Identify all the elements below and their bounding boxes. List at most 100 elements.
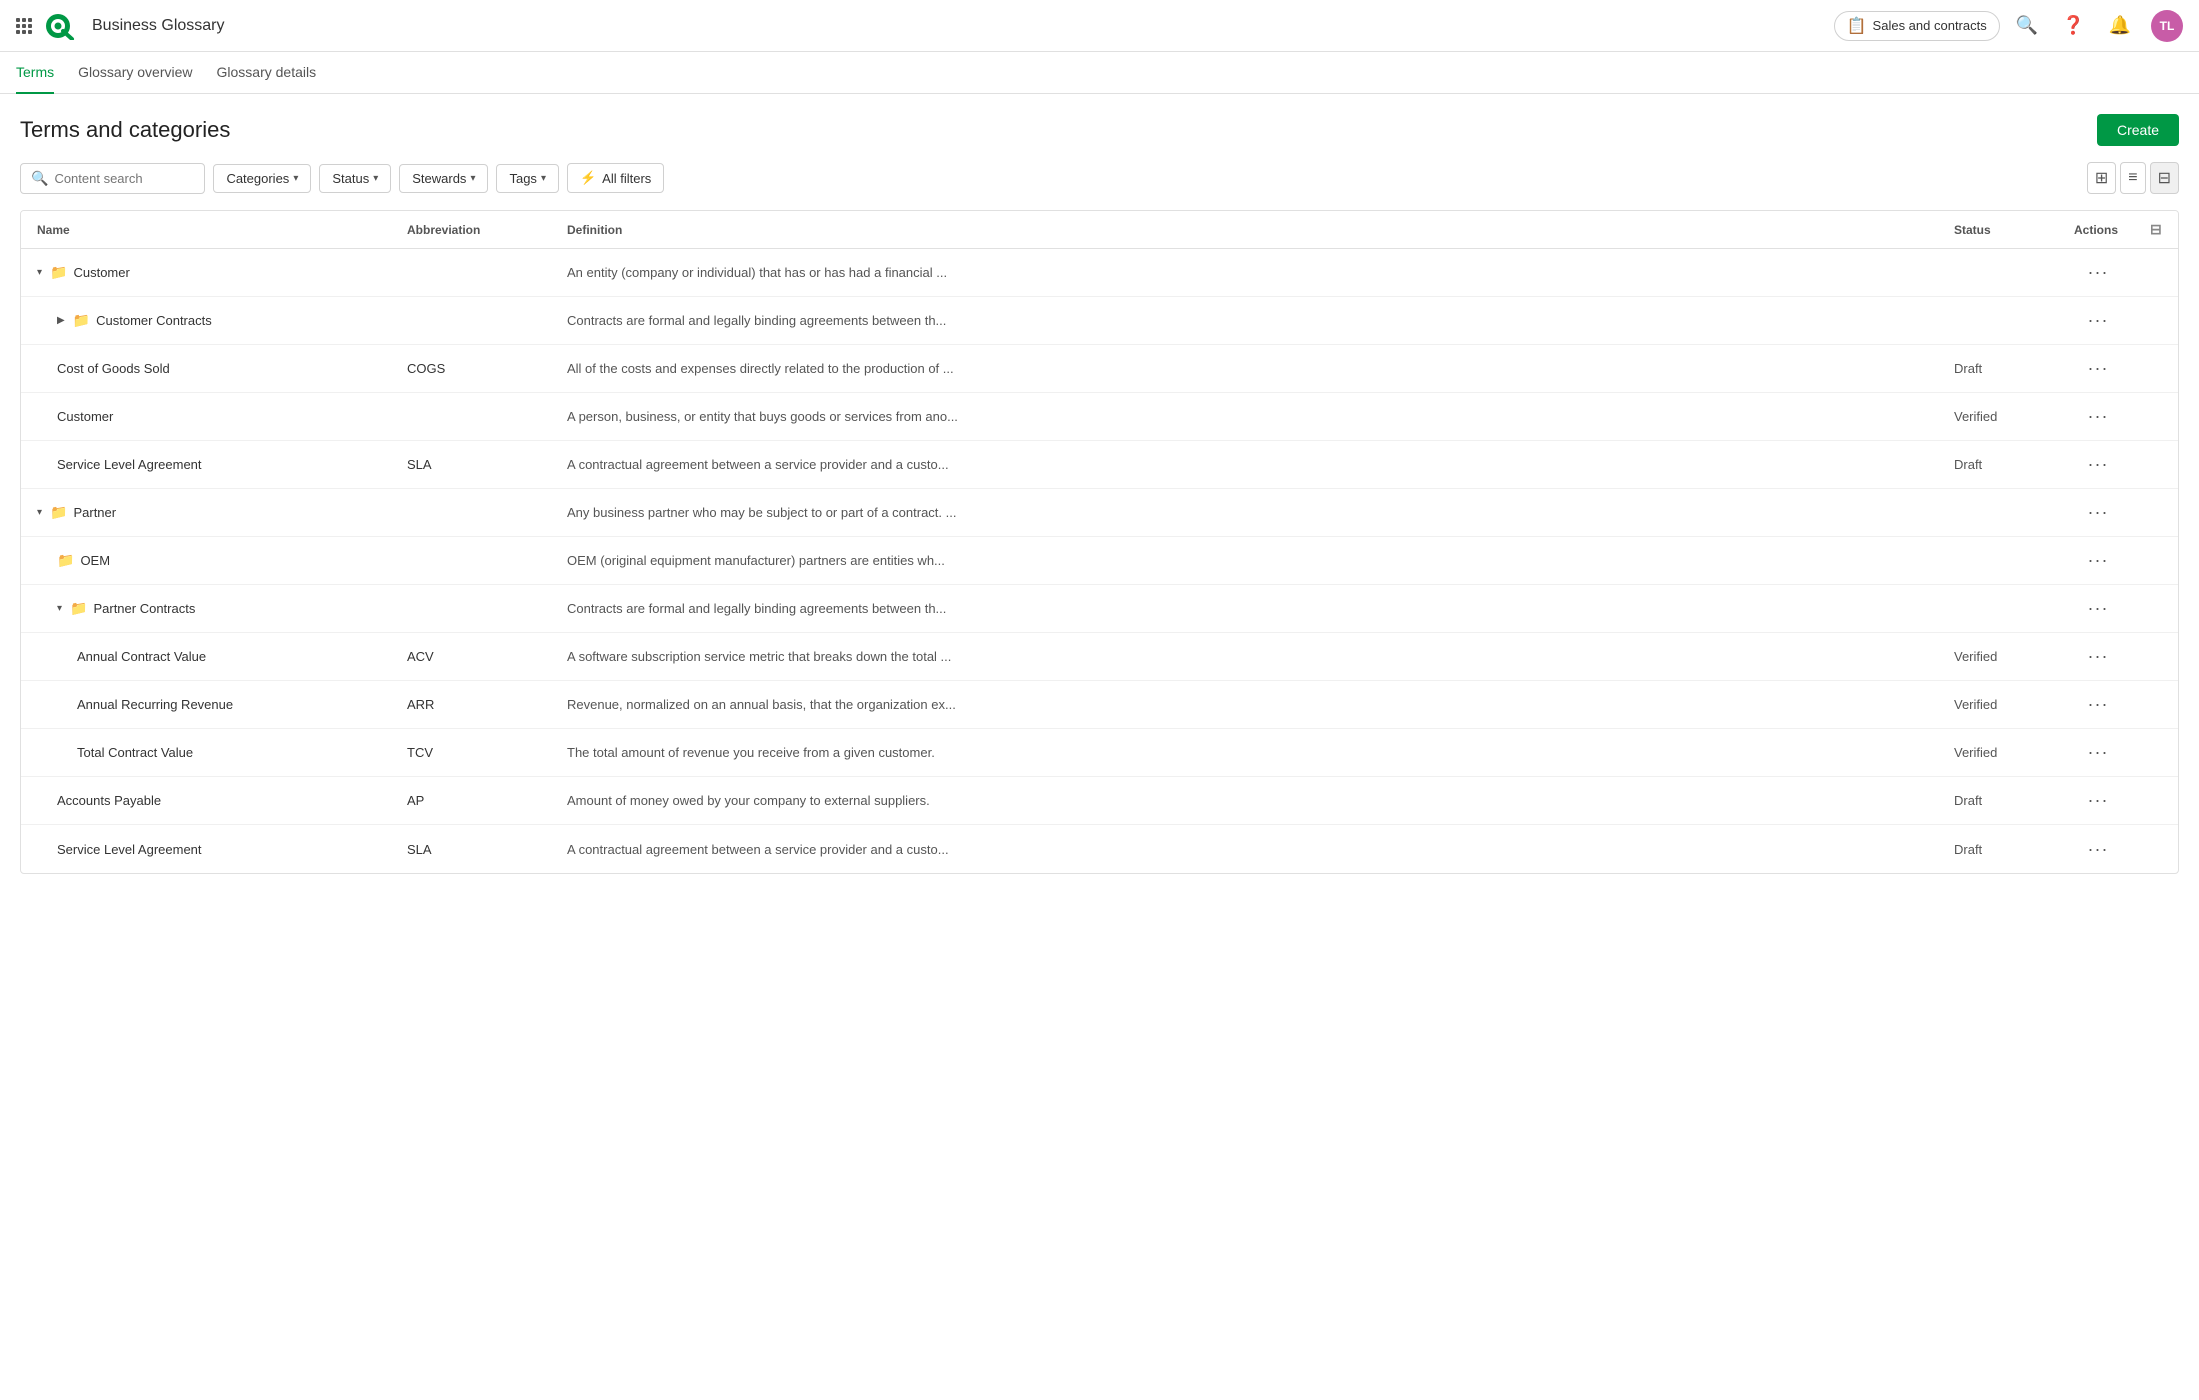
table-row: 📁 OEM OEM (original equipment manufactur… bbox=[21, 537, 2178, 585]
row-partner-cat-name[interactable]: ▾ 📁 Partner bbox=[21, 494, 391, 531]
more-options-button[interactable]: ··· bbox=[2084, 839, 2113, 860]
all-filters-icon: ⚡ bbox=[580, 170, 596, 186]
row-ap-actions: ··· bbox=[2058, 780, 2138, 821]
row-arr-status: Verified bbox=[1938, 687, 2058, 722]
status-filter[interactable]: Status ▾ bbox=[319, 164, 391, 193]
row-ap-status: Draft bbox=[1938, 783, 2058, 818]
row-arr-actions: ··· bbox=[2058, 684, 2138, 725]
more-options-button[interactable]: ··· bbox=[2084, 550, 2113, 571]
row-tcv-status: Verified bbox=[1938, 735, 2058, 770]
more-options-button[interactable]: ··· bbox=[2084, 502, 2113, 523]
row-partner-contracts-name[interactable]: ▾ 📁 Partner Contracts bbox=[21, 590, 391, 627]
row-sla1-status: Draft bbox=[1938, 447, 2058, 482]
list-view-button[interactable]: ≡ bbox=[2120, 162, 2145, 194]
row-cogs-status: Draft bbox=[1938, 351, 2058, 386]
row-ap-name[interactable]: Accounts Payable bbox=[21, 783, 391, 818]
row-customer-contracts-name[interactable]: ▶ 📁 Customer Contracts bbox=[21, 302, 391, 339]
all-filters-button[interactable]: ⚡ All filters bbox=[567, 163, 664, 193]
app-name: Business Glossary bbox=[92, 17, 225, 35]
row-customer-term-name[interactable]: Customer bbox=[21, 399, 391, 434]
more-options-button[interactable]: ··· bbox=[2084, 358, 2113, 379]
tab-glossary-details[interactable]: Glossary details bbox=[217, 52, 317, 94]
chevron-down-icon[interactable]: ▾ bbox=[57, 603, 62, 614]
topbar-left: Business Glossary bbox=[16, 12, 1822, 40]
table-row: ▶ 📁 Customer Contracts Contracts are for… bbox=[21, 297, 2178, 345]
row-acv-actions: ··· bbox=[2058, 636, 2138, 677]
context-pill-icon: 📋 bbox=[1847, 16, 1867, 36]
context-pill-label: Sales and contracts bbox=[1873, 18, 1987, 33]
categories-chevron-icon: ▾ bbox=[293, 173, 298, 184]
col-header-settings-icon[interactable]: ⊟ bbox=[2138, 221, 2178, 238]
qlik-logo[interactable] bbox=[42, 12, 82, 40]
row-customer-contracts-actions: ··· bbox=[2058, 300, 2138, 341]
terms-table: Name Abbreviation Definition Status Acti… bbox=[20, 210, 2179, 874]
table-row: Service Level Agreement SLA A contractua… bbox=[21, 441, 2178, 489]
search-input[interactable] bbox=[54, 171, 194, 186]
col-header-actions: Actions bbox=[2058, 221, 2138, 238]
topbar-right: 🔍 ❓ 🔔 TL bbox=[2012, 10, 2183, 42]
grid-menu-icon[interactable] bbox=[16, 18, 32, 34]
row-customer-term-actions: ··· bbox=[2058, 396, 2138, 437]
grid-view-button[interactable]: ⊞ bbox=[2087, 162, 2116, 194]
chevron-right-icon[interactable]: ▶ bbox=[57, 315, 65, 326]
chevron-down-icon[interactable]: ▾ bbox=[37, 507, 42, 518]
filters-bar: 🔍 Categories ▾ Status ▾ Stewards ▾ Tags … bbox=[20, 162, 2179, 194]
table-view-button[interactable]: ⊟ bbox=[2150, 162, 2179, 194]
chevron-down-icon[interactable]: ▾ bbox=[37, 267, 42, 278]
tags-filter[interactable]: Tags ▾ bbox=[496, 164, 559, 193]
row-oem-name[interactable]: 📁 OEM bbox=[21, 542, 391, 579]
more-options-button[interactable]: ··· bbox=[2084, 790, 2113, 811]
row-customer-term-abbr bbox=[391, 407, 551, 427]
table-row: Cost of Goods Sold COGS All of the costs… bbox=[21, 345, 2178, 393]
stewards-chevron-icon: ▾ bbox=[470, 173, 475, 184]
notifications-button[interactable]: 🔔 bbox=[2105, 11, 2135, 40]
more-options-button[interactable]: ··· bbox=[2084, 406, 2113, 427]
create-button[interactable]: Create bbox=[2097, 114, 2179, 146]
row-oem-def: OEM (original equipment manufacturer) pa… bbox=[551, 543, 1938, 578]
row-arr-name[interactable]: Annual Recurring Revenue bbox=[21, 687, 391, 722]
row-customer-cat-abbr bbox=[391, 263, 551, 283]
table-row: Service Level Agreement SLA A contractua… bbox=[21, 825, 2178, 873]
tags-chevron-icon: ▾ bbox=[541, 173, 546, 184]
more-options-button[interactable]: ··· bbox=[2084, 262, 2113, 283]
row-tcv-name[interactable]: Total Contract Value bbox=[21, 735, 391, 770]
row-acv-def: A software subscription service metric t… bbox=[551, 639, 1938, 674]
row-customer-cat-name[interactable]: ▾ 📁 Customer bbox=[21, 254, 391, 291]
more-options-button[interactable]: ··· bbox=[2084, 310, 2113, 331]
search-box[interactable]: 🔍 bbox=[20, 163, 205, 194]
row-acv-abbr: ACV bbox=[391, 639, 551, 674]
categories-filter[interactable]: Categories ▾ bbox=[213, 164, 311, 193]
more-options-button[interactable]: ··· bbox=[2084, 694, 2113, 715]
row-oem-actions: ··· bbox=[2058, 540, 2138, 581]
row-sla1-def: A contractual agreement between a servic… bbox=[551, 447, 1938, 482]
avatar[interactable]: TL bbox=[2151, 10, 2183, 42]
row-tcv-def: The total amount of revenue you receive … bbox=[551, 735, 1938, 770]
row-partner-contracts-abbr bbox=[391, 599, 551, 619]
stewards-filter[interactable]: Stewards ▾ bbox=[399, 164, 488, 193]
view-icons: ⊞ ≡ ⊟ bbox=[2087, 162, 2179, 194]
row-cogs-def: All of the costs and expenses directly r… bbox=[551, 351, 1938, 386]
more-options-button[interactable]: ··· bbox=[2084, 646, 2113, 667]
row-sla2-abbr: SLA bbox=[391, 832, 551, 867]
col-header-status: Status bbox=[1938, 221, 2058, 238]
more-options-button[interactable]: ··· bbox=[2084, 742, 2113, 763]
tab-terms[interactable]: Terms bbox=[16, 52, 54, 94]
row-cogs-name[interactable]: Cost of Goods Sold bbox=[21, 351, 391, 386]
page-title: Terms and categories bbox=[20, 117, 230, 143]
help-button[interactable]: ❓ bbox=[2058, 11, 2088, 40]
row-acv-name[interactable]: Annual Contract Value bbox=[21, 639, 391, 674]
row-sla2-name[interactable]: Service Level Agreement bbox=[21, 832, 391, 867]
folder-icon: 📁 bbox=[50, 504, 67, 521]
search-button[interactable]: 🔍 bbox=[2012, 11, 2042, 40]
row-tcv-abbr: TCV bbox=[391, 735, 551, 770]
context-pill[interactable]: 📋 Sales and contracts bbox=[1834, 11, 2000, 41]
more-options-button[interactable]: ··· bbox=[2084, 454, 2113, 475]
table-row: ▾ 📁 Partner Any business partner who may… bbox=[21, 489, 2178, 537]
tab-glossary-overview[interactable]: Glossary overview bbox=[78, 52, 192, 94]
more-options-button[interactable]: ··· bbox=[2084, 598, 2113, 619]
row-sla1-actions: ··· bbox=[2058, 444, 2138, 485]
row-oem-abbr bbox=[391, 551, 551, 571]
col-header-abbreviation: Abbreviation bbox=[391, 221, 551, 238]
row-partner-cat-def: Any business partner who may be subject … bbox=[551, 495, 1938, 530]
row-sla1-name[interactable]: Service Level Agreement bbox=[21, 447, 391, 482]
